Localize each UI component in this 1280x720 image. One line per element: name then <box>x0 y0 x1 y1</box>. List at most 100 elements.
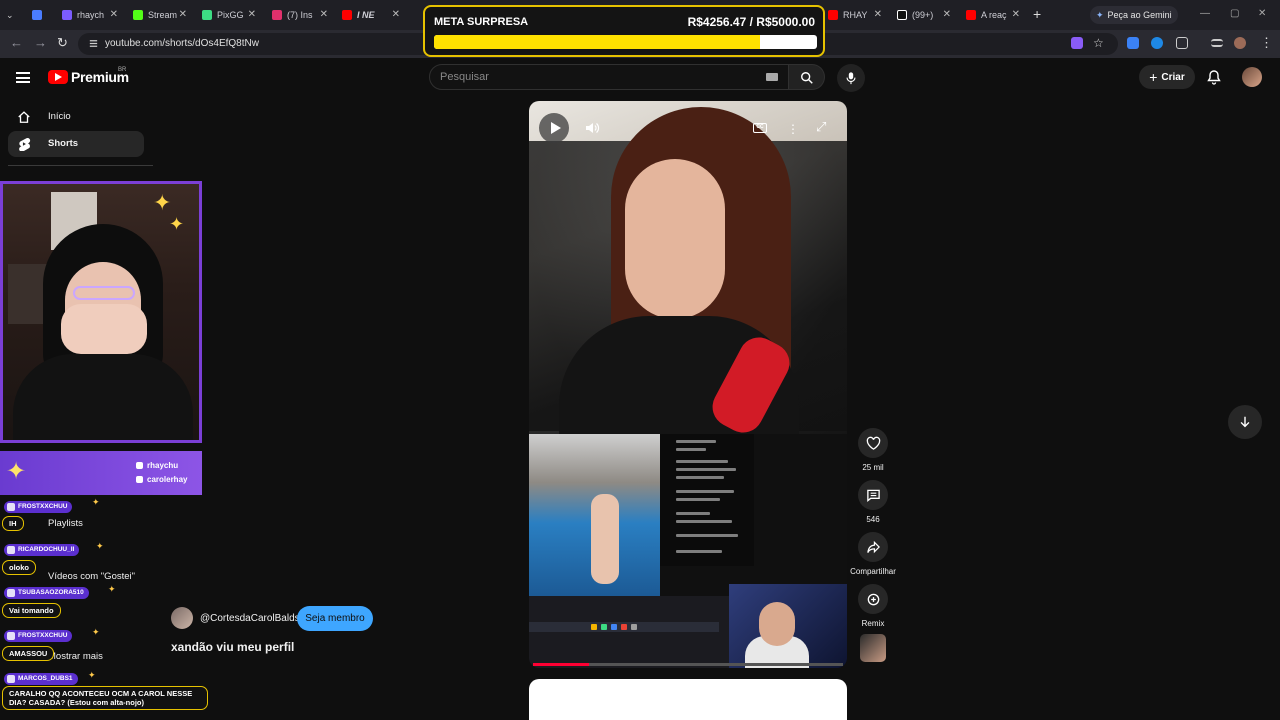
chat-username-text: RICARDOCHUU_II <box>18 546 75 553</box>
create-label: Criar <box>1161 71 1185 83</box>
close-icon[interactable]: ✕ <box>248 9 256 20</box>
download-icon[interactable] <box>1127 37 1139 49</box>
extensions-puzzle-icon[interactable] <box>1176 37 1188 49</box>
close-icon[interactable]: ✕ <box>320 9 328 20</box>
search-button[interactable] <box>789 64 825 90</box>
sidebar-item-home[interactable]: Início <box>8 104 144 130</box>
maximize-icon[interactable]: ▢ <box>1230 8 1239 19</box>
remix-circle[interactable] <box>858 584 888 614</box>
window-close-icon[interactable]: ✕ <box>1258 8 1266 19</box>
chat-badge-icon <box>7 503 15 511</box>
remix-button[interactable]: Remix <box>850 584 896 628</box>
shorts-player[interactable]: CC ⋮ ⤢ <box>529 101 847 668</box>
short-title[interactable]: xandão viu meu perfil <box>171 640 294 654</box>
video-person-face <box>625 159 725 319</box>
chat-message: CARALHO QQ ACONTECEU OCM A CAROL NESSE D… <box>2 686 208 710</box>
youtube-logo-icon[interactable] <box>48 70 68 84</box>
channel-handle[interactable]: @CortesdaCarolBalds <box>200 613 300 624</box>
extension-icon[interactable] <box>1151 37 1163 49</box>
create-button[interactable]: + Criar <box>1139 65 1195 89</box>
close-icon[interactable]: ✕ <box>392 9 400 20</box>
tab-label: (99+) <box>912 10 934 20</box>
instagram-icon <box>136 462 143 469</box>
next-short-preview[interactable] <box>529 679 847 720</box>
join-membership-button[interactable]: Seja membro <box>297 606 373 631</box>
share-button[interactable]: Compartilhar <box>850 532 896 576</box>
chevron-down-icon: ⌄ <box>6 9 14 20</box>
sparkle-icon: ✦ <box>92 497 100 507</box>
back-icon[interactable]: ← <box>10 35 23 50</box>
tab-7[interactable]: A reaç ✕ <box>966 4 1022 26</box>
tab-0[interactable]: rhaych ✕ <box>62 4 120 26</box>
notifications-bell-icon[interactable] <box>1206 69 1222 85</box>
keyboard-icon[interactable] <box>766 73 778 81</box>
tab-4[interactable]: I NE ✕ <box>342 4 402 26</box>
bookmark-star-icon[interactable]: ☆ <box>1093 36 1104 50</box>
account-avatar[interactable] <box>1242 67 1262 87</box>
audio-source-thumbnail[interactable] <box>860 634 886 662</box>
url-text[interactable]: youtube.com/shorts/dOs4EfQ8tNw <box>105 38 259 49</box>
profile-avatar-icon[interactable] <box>1234 37 1246 49</box>
inset-person-face <box>759 602 795 646</box>
microphone-icon <box>846 72 856 85</box>
chat-username: MARCOS_DUBS1 <box>4 673 78 685</box>
extension-icon[interactable] <box>1071 37 1083 49</box>
sidebar-item-show-more[interactable]: Mostrar mais <box>48 651 103 662</box>
video-progress-bar[interactable] <box>533 663 843 666</box>
close-icon[interactable]: ✕ <box>1012 9 1020 20</box>
more-options-icon[interactable]: ⋮ <box>787 122 799 136</box>
close-icon[interactable]: ✕ <box>874 9 882 20</box>
forward-icon[interactable]: → <box>34 35 47 50</box>
voice-search-button[interactable] <box>837 64 865 92</box>
close-icon[interactable]: ✕ <box>943 9 951 20</box>
chat-username: FROSTXXCHUU <box>4 630 73 642</box>
like-button[interactable]: 25 mil <box>850 428 896 472</box>
comment-line <box>676 448 706 451</box>
menu-kebab-icon[interactable]: ⋮ <box>1260 35 1273 51</box>
streamer-hands <box>61 304 147 354</box>
menu-icon[interactable] <box>16 72 30 83</box>
close-icon[interactable]: ✕ <box>110 9 118 20</box>
tab-favicon <box>133 10 143 20</box>
like-count: 25 mil <box>862 463 884 472</box>
tab-6[interactable]: (99+) ✕ <box>897 4 953 26</box>
minimize-icon[interactable]: — <box>1200 8 1210 19</box>
next-short-button[interactable] <box>1228 405 1262 439</box>
sparkle-icon: ✦ <box>92 627 100 637</box>
like-circle[interactable] <box>858 428 888 458</box>
tab-1[interactable]: Stream ✕ <box>133 4 189 26</box>
channel-avatar[interactable] <box>171 607 193 629</box>
captions-icon[interactable]: CC <box>753 123 767 133</box>
video-frame-reaction <box>529 434 847 668</box>
comment-line <box>676 512 710 515</box>
sidebar-item-shorts[interactable]: Shorts <box>8 131 144 157</box>
reload-icon[interactable]: ↻ <box>57 35 68 51</box>
sidebar-item-liked-videos[interactable]: Vídeos com "Gostei" <box>48 571 135 582</box>
sidebar-item-label: Início <box>48 111 71 122</box>
tab-search-chevron[interactable]: ⌄ <box>6 4 24 26</box>
arrow-down-icon <box>1240 416 1250 428</box>
tab-2[interactable]: PixGG ✕ <box>202 4 258 26</box>
volume-button[interactable] <box>577 113 607 143</box>
tab-5[interactable]: RHAY ✕ <box>828 4 884 26</box>
share-circle[interactable] <box>858 532 888 562</box>
new-tab-icon[interactable]: + <box>1033 6 1041 22</box>
shelf <box>8 264 48 324</box>
gemini-button[interactable]: ✦ Peça ao Gemini <box>1090 6 1178 24</box>
close-icon[interactable]: ✕ <box>179 9 187 20</box>
sidebar-item-playlists[interactable]: Playlists <box>48 518 83 529</box>
site-info-icon[interactable] <box>88 38 99 49</box>
tab-pinned[interactable] <box>32 4 52 26</box>
tab-3[interactable]: (7) Ins ✕ <box>272 4 330 26</box>
comments-button[interactable]: 546 <box>850 480 896 524</box>
chat-message: Vai tomando <box>2 603 61 618</box>
comments-circle[interactable] <box>858 480 888 510</box>
fullscreen-icon[interactable]: ⤢ <box>816 119 826 135</box>
gemini-icon: ✦ <box>1096 9 1104 20</box>
play-button[interactable] <box>539 113 569 143</box>
donation-goal-value: R$4256.47 / R$5000.00 <box>687 15 815 29</box>
comment-line <box>676 440 716 443</box>
search-input[interactable]: Pesquisar <box>429 64 789 90</box>
tab-favicon <box>828 10 838 20</box>
tab-search-icon[interactable] <box>1211 39 1223 47</box>
